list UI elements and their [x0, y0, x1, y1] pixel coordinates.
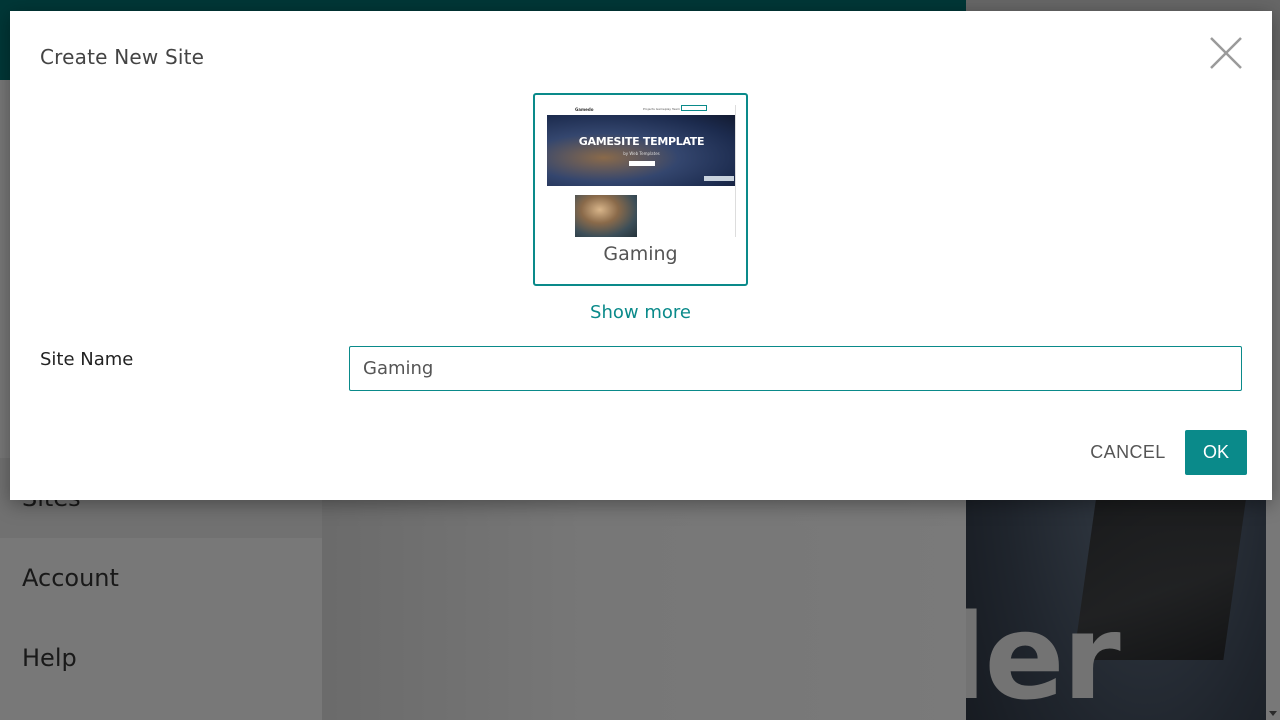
thumbnail-nav-links: Projects Gameplay Team [643, 107, 680, 111]
thumbnail-badge [704, 176, 734, 181]
thumbnail-cta [681, 105, 707, 111]
thumbnail-game-image [575, 195, 637, 237]
close-icon [1210, 37, 1242, 69]
close-button[interactable] [1208, 35, 1244, 71]
thumbnail-hero-button [629, 161, 655, 166]
thumbnail-hero-title: GAMESITE TEMPLATE [578, 135, 705, 148]
template-thumbnail: Gamedo Projects Gameplay Team GAMESITE T… [545, 105, 736, 237]
show-more-link[interactable]: Show more [533, 302, 748, 323]
ok-button[interactable]: OK [1185, 430, 1247, 475]
site-name-label: Site Name [40, 349, 134, 370]
dialog-title: Create New Site [40, 45, 205, 69]
template-card-gaming[interactable]: Gamedo Projects Gameplay Team GAMESITE T… [533, 93, 748, 286]
site-name-input[interactable] [349, 346, 1242, 391]
template-label: Gaming [603, 243, 678, 265]
create-site-dialog: Create New Site Gamedo Projects Gameplay… [10, 11, 1272, 500]
thumbnail-hero-subtitle: by Web Templates [623, 151, 660, 156]
thumbnail-logo: Gamedo [575, 107, 594, 112]
cancel-button[interactable]: CANCEL [1088, 430, 1168, 475]
thumbnail-nav: Gamedo Projects Gameplay Team [545, 105, 735, 115]
